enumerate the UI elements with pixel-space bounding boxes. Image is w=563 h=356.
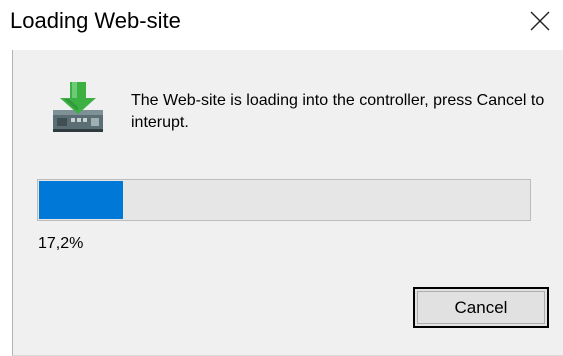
- progress-fill: [39, 181, 123, 219]
- progress-percent: 17,2%: [38, 235, 84, 252]
- loading-message: The Web-site is loading into the control…: [131, 92, 545, 131]
- dialog-body: The Web-site is loading into the control…: [12, 50, 563, 356]
- cancel-button-label: Cancel: [454, 297, 508, 317]
- dialog-title: Loading Web-site: [10, 8, 181, 33]
- loading-dialog: Loading Web-site The Web-site is loading…: [0, 0, 563, 356]
- close-button[interactable]: [521, 4, 557, 40]
- progress-bar: [37, 179, 531, 221]
- title-bar: Loading Web-site: [0, 0, 563, 50]
- cancel-button[interactable]: Cancel: [413, 287, 549, 328]
- close-icon: [530, 11, 550, 31]
- download-controller-icon: [49, 80, 109, 140]
